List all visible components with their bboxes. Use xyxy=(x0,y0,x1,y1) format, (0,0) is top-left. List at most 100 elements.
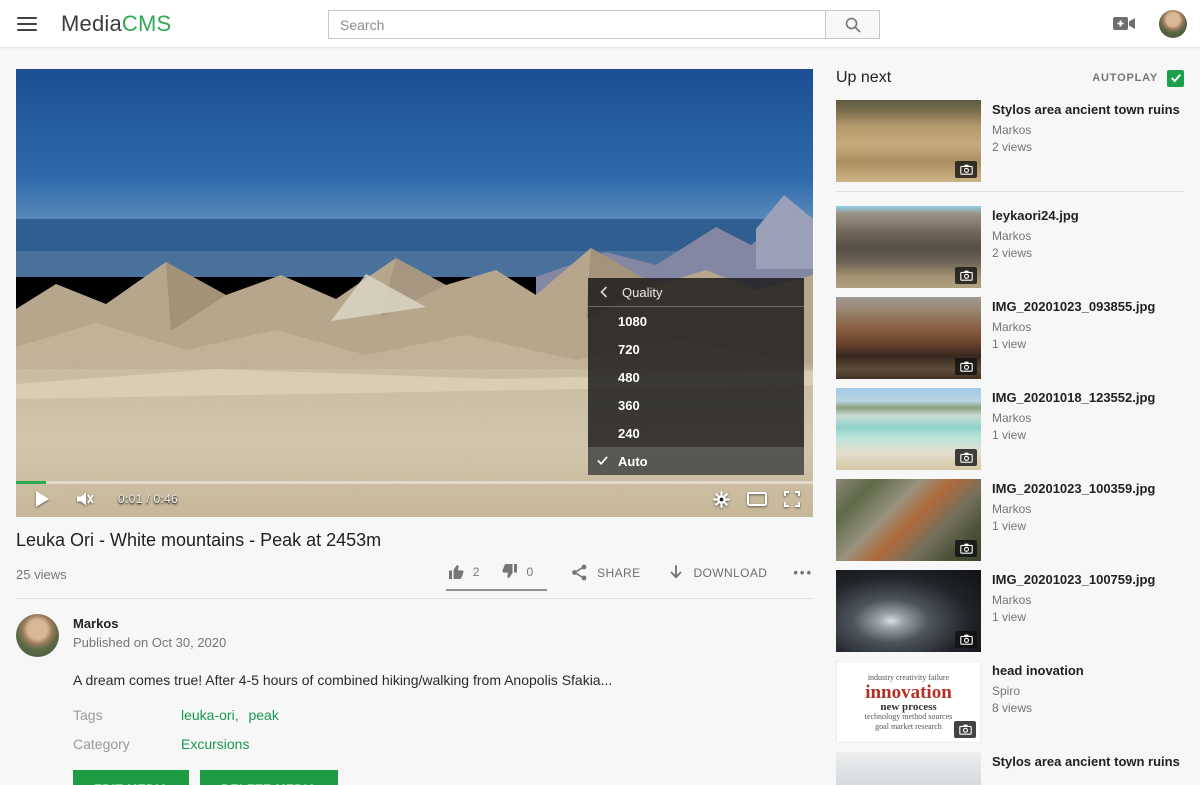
up-next-item[interactable]: IMG_20201023_100759.jpg Markos 1 view xyxy=(836,570,1184,652)
category-label: Category xyxy=(73,736,181,752)
up-next-item-author: Markos xyxy=(992,123,1180,137)
tags-row: Tags leuka-ori, peak xyxy=(73,707,813,723)
fullscreen-icon xyxy=(784,491,800,507)
up-next-sidebar: Up next AUTOPLAY Stylos area ancient tow… xyxy=(836,69,1184,785)
category-link[interactable]: Excursions xyxy=(181,736,249,752)
mute-button[interactable] xyxy=(76,491,94,507)
fullscreen-button[interactable] xyxy=(784,491,800,507)
video-player[interactable]: Quality 1080720480360240Auto 0:01 / 0:46 xyxy=(16,69,813,517)
up-next-item-title[interactable]: IMG_20201023_093855.jpg xyxy=(992,298,1155,315)
quality-option[interactable]: 240 xyxy=(588,419,804,447)
up-next-item-author: Markos xyxy=(992,502,1155,516)
up-next-item-info: Stylos area ancient town ruins xyxy=(992,752,1180,785)
share-icon xyxy=(571,564,588,581)
media-thumbnail[interactable] xyxy=(836,388,981,470)
media-thumbnail[interactable] xyxy=(836,570,981,652)
settings-button[interactable] xyxy=(713,491,730,508)
media-thumbnail[interactable] xyxy=(836,752,981,785)
camera-badge-icon xyxy=(955,540,977,557)
like-button[interactable]: 2 xyxy=(448,563,480,580)
up-next-item-title[interactable]: IMG_20201018_123552.jpg xyxy=(992,389,1155,406)
up-next-item-title[interactable]: IMG_20201023_100359.jpg xyxy=(992,480,1155,497)
search-button[interactable] xyxy=(825,10,880,39)
quality-option[interactable]: 720 xyxy=(588,335,804,363)
quality-option[interactable]: 360 xyxy=(588,391,804,419)
edit-media-button[interactable]: EDIT MEDIA xyxy=(73,770,189,785)
up-next-item-title[interactable]: head inovation xyxy=(992,662,1084,679)
up-next-item-info: head inovation Spiro 8 views xyxy=(992,661,1084,743)
autoplay-checkbox[interactable] xyxy=(1167,70,1184,87)
camera-badge-icon xyxy=(955,449,977,466)
logo-media: Media xyxy=(61,11,122,36)
author-name[interactable]: Markos xyxy=(73,616,226,631)
up-next-item-info: IMG_20201023_100359.jpg Markos 1 view xyxy=(992,479,1155,561)
logo-cms: CMS xyxy=(122,11,172,36)
dislike-button[interactable]: 0 xyxy=(501,563,533,580)
up-next-item[interactable]: Stylos area ancient town ruins xyxy=(836,752,1184,785)
media-thumbnail[interactable] xyxy=(836,479,981,561)
up-next-item-author: Markos xyxy=(992,320,1155,334)
share-button[interactable]: SHARE xyxy=(571,564,640,590)
camera-badge-icon xyxy=(955,631,977,648)
media-thumbnail[interactable] xyxy=(836,297,981,379)
tag-separator: , xyxy=(235,707,243,723)
up-next-item-views: 1 view xyxy=(992,428,1155,442)
search-input[interactable] xyxy=(328,10,826,39)
up-next-item-title[interactable]: IMG_20201023_100759.jpg xyxy=(992,571,1155,588)
quality-option[interactable]: 480 xyxy=(588,363,804,391)
up-next-item[interactable]: industry creativity failureinnovationnew… xyxy=(836,661,1184,743)
autoplay-label: AUTOPLAY xyxy=(1092,72,1158,84)
author-avatar[interactable] xyxy=(16,614,59,657)
app-logo[interactable]: MediaCMS xyxy=(61,11,171,37)
up-next-header: Up next AUTOPLAY xyxy=(836,69,1184,87)
up-next-item-title[interactable]: Stylos area ancient town ruins xyxy=(992,753,1180,770)
up-next-item-views: 8 views xyxy=(992,701,1084,715)
media-thumbnail[interactable] xyxy=(836,100,981,182)
published-date: Published on Oct 30, 2020 xyxy=(73,635,226,650)
up-next-item[interactable]: leykaori24.jpg Markos 2 views xyxy=(836,206,1184,288)
media-buttons-row: EDIT MEDIA DELETE MEDIA xyxy=(73,770,813,785)
tag-link[interactable]: leuka-ori xyxy=(181,707,235,723)
up-next-item[interactable]: IMG_20201023_093855.jpg Markos 1 view xyxy=(836,297,1184,379)
media-thumbnail[interactable] xyxy=(836,206,981,288)
camera-badge-icon xyxy=(955,161,977,178)
camera-badge-icon xyxy=(955,358,977,375)
user-avatar[interactable] xyxy=(1159,10,1187,38)
up-next-item[interactable]: IMG_20201023_100359.jpg Markos 1 view xyxy=(836,479,1184,561)
time-display: 0:01 / 0:46 xyxy=(118,492,178,506)
up-next-item-views: 1 view xyxy=(992,519,1155,533)
search-form xyxy=(328,10,880,39)
download-icon xyxy=(668,564,684,581)
info-row: 25 views 2 0 SHARE DOWNLOAD ••• xyxy=(16,563,813,591)
quality-menu-back[interactable]: Quality xyxy=(588,278,804,307)
category-row: Category Excursions xyxy=(73,736,813,752)
checkmark-icon xyxy=(1170,73,1182,83)
theater-mode-button[interactable] xyxy=(747,492,767,506)
player-controls-right xyxy=(713,491,813,508)
download-label: DOWNLOAD xyxy=(693,566,767,580)
up-next-item-info: Stylos area ancient town ruins Markos 2 … xyxy=(992,100,1180,182)
play-button[interactable] xyxy=(35,491,49,507)
up-next-item[interactable]: Stylos area ancient town ruins Markos 2 … xyxy=(836,100,1184,182)
up-next-item-title[interactable]: Stylos area ancient town ruins xyxy=(992,101,1180,118)
quality-menu-title: Quality xyxy=(622,285,662,300)
media-thumbnail[interactable]: industry creativity failureinnovationnew… xyxy=(836,661,981,743)
wordcloud-text: industry creativity failureinnovationnew… xyxy=(865,673,953,732)
top-bar: MediaCMS xyxy=(0,0,1200,48)
up-next-item-views: 1 view xyxy=(992,337,1155,351)
download-button[interactable]: DOWNLOAD xyxy=(668,564,767,590)
action-bar: 2 0 SHARE DOWNLOAD ••• xyxy=(446,563,813,591)
more-options-button[interactable]: ••• xyxy=(793,565,813,589)
up-next-item-title[interactable]: leykaori24.jpg xyxy=(992,207,1079,224)
menu-icon[interactable] xyxy=(17,17,37,31)
quality-option[interactable]: 1080 xyxy=(588,307,804,335)
up-next-item-info: IMG_20201018_123552.jpg Markos 1 view xyxy=(992,388,1155,470)
quality-option[interactable]: Auto xyxy=(588,447,804,475)
delete-media-button[interactable]: DELETE MEDIA xyxy=(200,770,337,785)
tag-link[interactable]: peak xyxy=(248,707,278,723)
up-next-item[interactable]: IMG_20201018_123552.jpg Markos 1 view xyxy=(836,388,1184,470)
up-next-list: Stylos area ancient town ruins Markos 2 … xyxy=(836,100,1184,785)
upload-media-button[interactable] xyxy=(1112,15,1136,32)
dislike-count: 0 xyxy=(526,565,533,579)
up-next-item-author: Spiro xyxy=(992,684,1084,698)
